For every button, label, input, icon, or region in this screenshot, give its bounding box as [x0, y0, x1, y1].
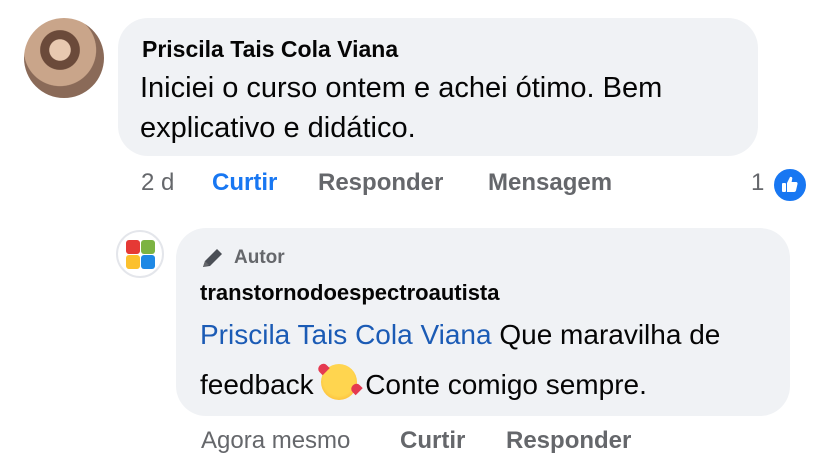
author-badge-label: Autor [234, 247, 285, 268]
pencil-icon [203, 249, 222, 267]
like-button[interactable]: Curtir [212, 169, 277, 197]
page-avatar[interactable] [116, 230, 164, 278]
comment-timestamp[interactable]: 2 d [141, 169, 174, 197]
reply-author[interactable]: transtornodoespectroautista [200, 280, 500, 306]
commenter-avatar[interactable] [24, 18, 104, 98]
reply-text-part2: Conte comigo sempre. [357, 369, 647, 400]
reaction-count[interactable]: 1 [751, 169, 764, 197]
reply-text: Priscila Tais Cola Viana Que maravilha d… [200, 310, 780, 410]
reply-reply-button[interactable]: Responder [506, 427, 631, 455]
thumbs-up-icon[interactable] [772, 167, 808, 203]
mention-link[interactable]: Priscila Tais Cola Viana [200, 319, 492, 350]
message-button[interactable]: Mensagem [488, 169, 612, 197]
comment-author[interactable]: Priscila Tais Cola Viana [142, 36, 398, 63]
comment-text: Iniciei o curso ontem e achei ótimo. Bem… [140, 72, 663, 144]
smiling-face-with-hearts-icon [321, 364, 358, 400]
reply-button[interactable]: Responder [318, 169, 443, 197]
comment-actions: 2 d Curtir Responder Mensagem 1 [0, 166, 828, 202]
reply-actions: Agora mesmo Curtir Responder [0, 424, 828, 460]
reply-timestamp[interactable]: Agora mesmo [201, 427, 350, 455]
reply-like-button[interactable]: Curtir [400, 427, 465, 455]
